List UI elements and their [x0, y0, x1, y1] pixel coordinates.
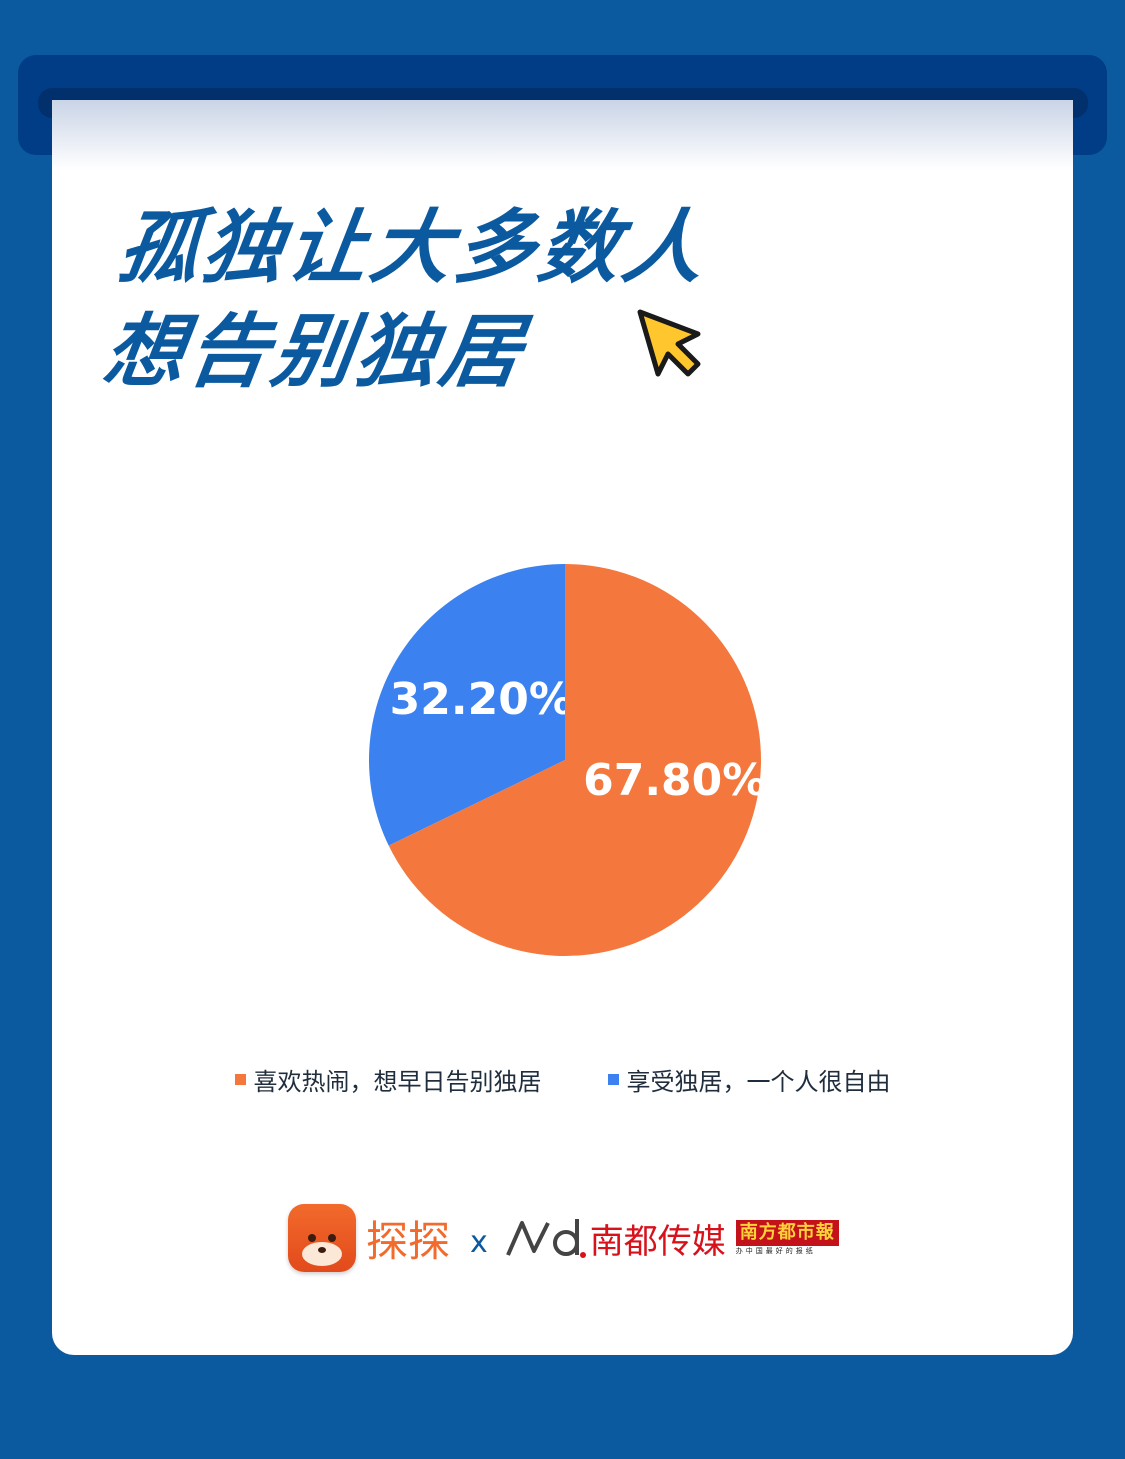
legend-label: 喜欢热闹，想早日告别独居 — [253, 1068, 542, 1096]
media-name: 南都传媒 — [589, 1221, 726, 1262]
paper-name: 南方都市報 — [735, 1220, 839, 1246]
title-line-1: 孤独让大多数人 — [112, 201, 714, 294]
pie-slice-label-0: 32.20% — [390, 674, 573, 725]
tantan-fox-icon — [288, 1204, 356, 1272]
legend-item-lively: 喜欢热闹，想早日告别独居 — [234, 1062, 542, 1097]
nd-logo-icon — [505, 1219, 586, 1258]
card-shadow — [52, 100, 1073, 170]
app-name: 探探 — [366, 1216, 451, 1266]
legend-swatch-blue — [607, 1074, 619, 1085]
content-card: 孤独让大多数人 想告别独居 32.20% 67.80% 喜欢热闹，想早日告别独居 … — [52, 100, 1073, 1355]
paper-slogan: 办中国最好的报纸 — [735, 1247, 816, 1255]
legend-item-solitude: 享受独居，一个人很自由 — [607, 1062, 891, 1097]
legend-label: 享受独居，一个人很自由 — [626, 1068, 891, 1096]
legend-swatch-orange — [234, 1074, 246, 1085]
pie-chart: 32.20%67.80% — [369, 564, 763, 956]
title-line-2: 想告别独居 — [98, 305, 532, 398]
pie-slice-label-1: 67.80% — [583, 755, 763, 806]
footer-logos: 探探 x 南都传媒 南方都市報 办中国最好的报纸 — [288, 1202, 839, 1274]
newspaper-logo: 南方都市報 办中国最好的报纸 — [726, 1220, 839, 1256]
chart-legend: 喜欢热闹，想早日告别独居 享受独居，一个人很自由 — [52, 1062, 1073, 1097]
collab-x: x — [470, 1224, 488, 1260]
cursor-pointer-icon — [637, 309, 701, 377]
page-title: 孤独让大多数人 想告别独居 — [97, 196, 714, 404]
